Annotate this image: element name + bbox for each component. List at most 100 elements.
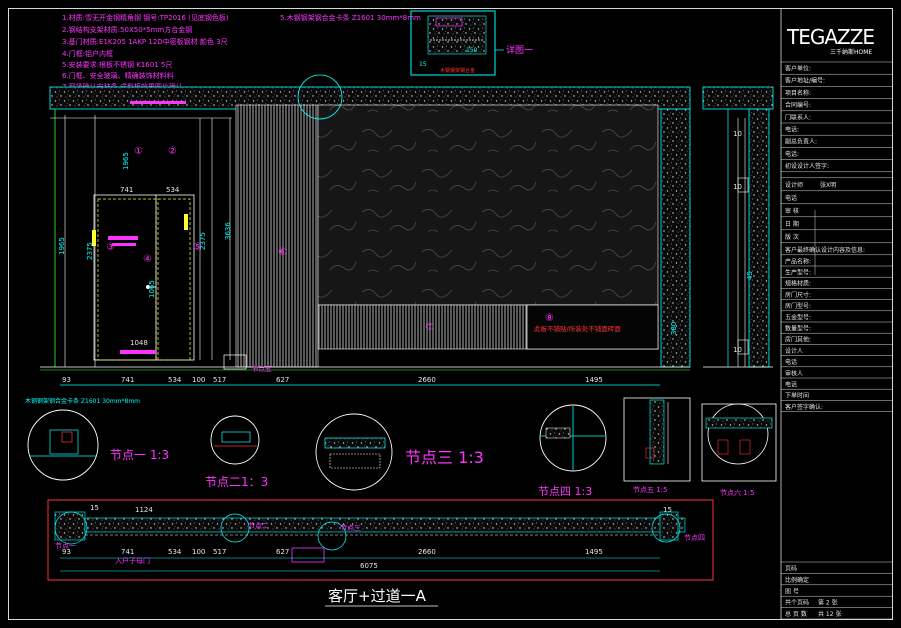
title-block-row: 五金型号: — [785, 313, 811, 321]
bottom-dim: 741 — [121, 376, 134, 384]
title-block-row: 电话: — [785, 126, 799, 134]
title-block: TEGAZZE 三千纳斯HOME 客户单位: 客户地址/编号: 项目名称: 合同编号:… — [780, 9, 893, 620]
title-block-row: 设计人 — [785, 347, 803, 355]
title-block-row: 规格材质: — [785, 280, 811, 288]
title-block-row: 下单时间 — [785, 392, 809, 400]
plan-label: 节点四 — [684, 534, 705, 542]
detail-dim: 15 — [419, 61, 427, 68]
title-block-row: 房门型号: — [785, 302, 811, 310]
door-height: 1065 — [148, 280, 156, 298]
title-block-value: 第 2 张 — [818, 599, 838, 607]
plan-total: 6075 — [360, 562, 378, 570]
bottom-dim: 2660 — [418, 376, 436, 384]
plan-right-dim: 15 — [663, 506, 672, 514]
note-line: 5.安装要求:根板不锈钢 K1601 5尺 — [62, 60, 172, 69]
elevation-main: 此板不铺贴/所装处不铺面砖面 ① ② ③ ④ ⑤ ⑥ ⑦ ⑧ 1965 2375… — [25, 74, 691, 405]
title-block-value: 共 12 张 — [818, 610, 841, 618]
circle-mark: ② — [168, 146, 177, 157]
bottom-dim: 627 — [276, 376, 289, 384]
title-block-row: 客户地址/编号: — [785, 77, 825, 85]
plan-label: 节点三 — [340, 524, 361, 532]
plan-dim: 2660 — [418, 548, 436, 556]
door-width: 741 — [120, 186, 133, 194]
bottom-dim: 100 — [192, 376, 205, 384]
note-line: 3.基门材质:E1K205 1AKP 12D中密板钢材 颜色 3尺 — [62, 37, 228, 46]
title-block-heading: 客户最终确认设计内容及信息: — [785, 246, 865, 254]
dim-vertical: 1965 — [122, 152, 130, 170]
bottom-dim: 534 — [168, 376, 182, 384]
plan-dim: 534 — [168, 548, 182, 556]
node-one-label: 节点一 1:3 — [110, 448, 169, 462]
title-block-row: 客户单位: — [785, 65, 811, 73]
bottom-left-note: 木钢钢架钢合金卡条 Z1601 30mm*8mm — [25, 397, 140, 405]
circle-mark: ④ — [143, 254, 152, 265]
detail-dim: 150 — [466, 47, 478, 54]
circle-mark: ③ — [106, 242, 115, 253]
plan-dim: 15 — [90, 504, 99, 512]
note-line: 6.门框、安全玻璃、精确装饰材料料 — [62, 71, 174, 80]
plan-label: 节点二 — [248, 522, 269, 530]
circle-mark: ① — [134, 146, 143, 157]
dim-vertical: 2375 — [86, 242, 94, 260]
notes-block: 1.材质:雪无开金钢精角钢 钢号:TP2016 (见底钢色板) 2.钢结构支架材… — [62, 13, 421, 91]
title-block-label: 电话 — [785, 194, 797, 202]
plan-dim: 517 — [213, 548, 226, 556]
plan-view: 15 1124 93 741 534 100 517 627 2660 1495… — [47, 499, 714, 581]
note-line: 1.材质:雪无开金钢精角钢 钢号:TP2016 (见底钢色板) — [62, 13, 229, 22]
detail-one-callout: 15 150 木钢钢架钢合金 详图一 — [410, 10, 533, 76]
dim-vertical: 380 — [670, 322, 678, 335]
panel-note: 此板不铺贴/所装处不铺面砖面 — [534, 324, 621, 333]
side-dim: 10 — [733, 346, 742, 354]
node-six-label: 节点六 1:5 — [720, 488, 755, 497]
node-five-label: 节点五 1:5 — [633, 486, 668, 494]
details-row: 节点一 1:3 节点二1：3 节点三 1:3 节点四 1:3 节点五 1:5 节… — [27, 397, 777, 498]
door-bottom: 1048 — [130, 339, 148, 347]
brand-logo: TEGAZZE — [786, 25, 874, 49]
title-block-row: 门联系人: — [785, 113, 811, 121]
note-line: 4.门框:铝户内框 — [62, 49, 113, 58]
title-block-row: 数量型号: — [785, 325, 811, 333]
steel-note: 5.木钢钢架钢合金卡条 Z1601 30mm*8mm — [280, 13, 421, 22]
title-block-label: 页码 — [785, 565, 797, 573]
plan-dim: 100 — [192, 548, 205, 556]
title-block-row: 生产型号: — [785, 269, 811, 277]
cad-drawing: 1.材质:雪无开金钢精角钢 钢号:TP2016 (见底钢色板) 2.钢结构支架材… — [25, 9, 893, 620]
dim-vertical: 2375 — [199, 232, 207, 250]
dim-vertical: 1965 — [58, 237, 66, 255]
title-block-row: 副总负责人: — [785, 138, 817, 146]
detail-one-label: 详图一 — [506, 44, 533, 56]
title-block-row: 房门尺寸: — [785, 291, 811, 299]
node-three-label: 节点三 1:3 — [405, 448, 484, 467]
note-line: 2.钢结构支架材质:50X50*5mm方合金钢 — [62, 25, 192, 34]
title-block-label: 比例确定 — [785, 576, 809, 584]
title-block-row: 电话 — [785, 381, 797, 389]
detail-note: 木钢钢架钢合金 — [440, 67, 475, 74]
dim-vertical: 3636 — [224, 222, 232, 240]
node-marker: 节点五 — [252, 365, 272, 373]
title-block-row: 电话 — [785, 358, 797, 366]
plan-label: 入户子母门 — [115, 556, 150, 565]
title-block-label: 审 核 — [785, 207, 799, 215]
plan-dim: 741 — [121, 548, 134, 556]
door-width: 534 — [166, 186, 180, 194]
bottom-dim: 517 — [213, 376, 226, 384]
drawing-title: 客厅+过道一A — [328, 587, 427, 605]
circle-mark: ⑧ — [545, 313, 554, 324]
circle-mark: ⑦ — [425, 322, 434, 333]
title-block-row: 客户签字确认: — [785, 403, 823, 411]
title-block-row: 产品名称: — [785, 257, 811, 265]
plan-dim: 627 — [276, 548, 289, 556]
title-block-label: 版 次 — [785, 233, 799, 241]
title-block-row: 项目名称: — [785, 89, 811, 97]
bottom-dim: 1495 — [585, 376, 603, 384]
circle-mark: ⑥ — [278, 247, 287, 258]
side-dim: 45 — [746, 271, 754, 280]
title-block-value: 张X明 — [820, 181, 836, 189]
brand-subtitle: 三千纳斯HOME — [830, 48, 872, 56]
title-block-label: 图 号 — [785, 588, 799, 595]
title-block-label: 总 页 数 — [785, 610, 807, 618]
title-block-row: 合同编号: — [785, 101, 811, 109]
side-dim: 10 — [733, 130, 742, 138]
plan-dim: 1124 — [135, 506, 153, 514]
title-block-row: 房门其他: — [785, 336, 811, 344]
